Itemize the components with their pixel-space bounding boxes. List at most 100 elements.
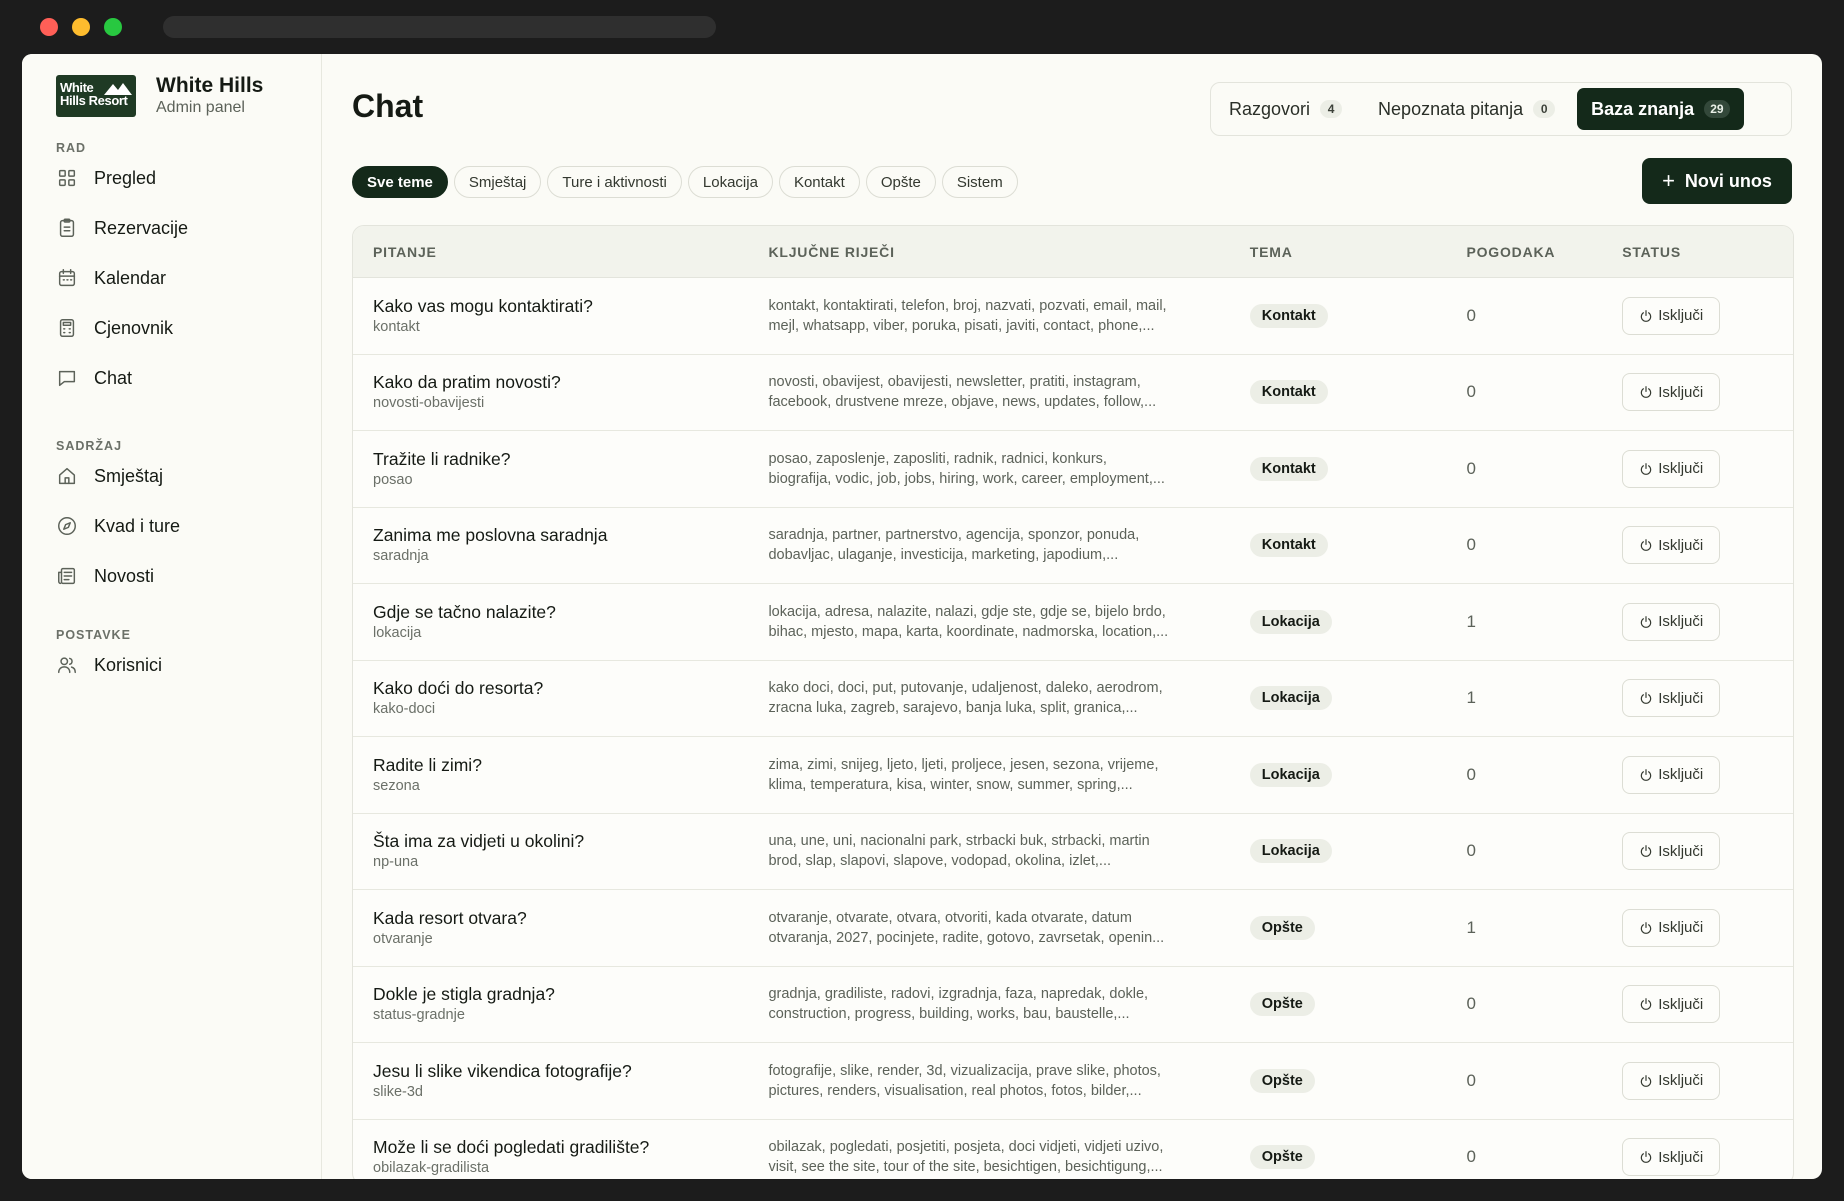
close-window-button[interactable]	[40, 18, 58, 36]
filter-kontakt[interactable]: Kontakt	[778, 166, 860, 198]
filter-sve-teme[interactable]: Sve teme	[352, 166, 448, 198]
table-row[interactable]: Kako doći do resorta? kako-doci kako doc…	[353, 661, 1793, 737]
maximize-window-button[interactable]	[104, 18, 122, 36]
sidebar-item-korisnici[interactable]: Korisnici	[56, 650, 162, 680]
filter-sistem[interactable]: Sistem	[941, 166, 1018, 198]
keywords-line1: otvaranje, otvarate, otvara, otvoriti, k…	[768, 909, 1132, 926]
disable-toggle-button[interactable]: Isključi	[1622, 296, 1721, 335]
table-row[interactable]: Kako vas mogu kontaktirati? kontakt kont…	[353, 278, 1793, 355]
address-bar[interactable]	[163, 16, 716, 38]
table-row[interactable]: Kada resort otvara? otvaranje otvaranje,…	[353, 890, 1793, 967]
sidebar-item-kalendar[interactable]: Kalendar	[56, 263, 166, 293]
table-row[interactable]: Kako da pratim novosti? novosti-obavijes…	[353, 355, 1793, 431]
filter-smjestaj[interactable]: Smještaj	[453, 166, 542, 198]
tab-nepoznata-pitanja[interactable]: Nepoznata pitanja 0	[1364, 88, 1569, 130]
column-header-pogodaka[interactable]: POGODAKA	[1466, 244, 1622, 260]
newspaper-icon	[56, 565, 78, 587]
nav-section-rad: RAD	[56, 141, 87, 155]
sidebar-item-cjenovnik[interactable]: Cjenovnik	[56, 313, 173, 343]
sidebar-item-label: Smještaj	[94, 465, 164, 486]
disable-toggle-button[interactable]: Isključi	[1622, 985, 1721, 1024]
disable-toggle-button[interactable]: Isključi	[1622, 755, 1721, 794]
filter-lokacija[interactable]: Lokacija	[687, 166, 773, 198]
hits-count: 0	[1466, 458, 1476, 478]
keywords-line2: visit, see the site, tour of the site, b…	[768, 1159, 1163, 1176]
disable-toggle-button[interactable]: Isključi	[1622, 832, 1721, 871]
disable-toggle-button[interactable]: Isključi	[1622, 1061, 1721, 1100]
hits-count: 0	[1466, 535, 1476, 555]
disable-toggle-button[interactable]: Isključi	[1622, 1138, 1721, 1177]
topic-badge: Kontakt	[1249, 533, 1328, 558]
keywords-line2: pictures, renders, visualisation, real p…	[768, 1082, 1142, 1099]
disable-toggle-button[interactable]: Isključi	[1622, 449, 1721, 488]
new-entry-button[interactable]: + Novi unos	[1642, 158, 1792, 204]
brand[interactable]: White Hills Resort White Hills Admin pan…	[56, 74, 263, 118]
question-text: Jesu li slike vikendica fotografije?	[373, 1060, 632, 1081]
topic-badge: Lokacija	[1249, 762, 1332, 787]
sidebar-item-kvad-i-ture[interactable]: Kvad i ture	[56, 511, 180, 541]
topic-badge: Kontakt	[1249, 456, 1328, 481]
question-slug: obilazak-gradilista	[373, 1160, 490, 1177]
question-slug: lokacija	[373, 624, 422, 641]
sidebar-item-rezervacije[interactable]: Rezervacije	[56, 213, 188, 243]
table-row[interactable]: Gdje se tačno nalazite? lokacija lokacij…	[353, 584, 1793, 661]
tab-razgovori[interactable]: Razgovori 4	[1215, 88, 1356, 130]
table-row[interactable]: Dokle je stigla gradnja? status-gradnje …	[353, 967, 1793, 1043]
keywords-line1: fotografije, slike, render, 3d, vizualiz…	[768, 1062, 1161, 1079]
disable-toggle-button[interactable]: Isključi	[1622, 526, 1721, 565]
disable-toggle-button[interactable]: Isključi	[1622, 908, 1721, 947]
question-slug: sezona	[373, 777, 420, 794]
disable-toggle-button[interactable]: Isključi	[1622, 373, 1721, 412]
table-row[interactable]: Može li se doći pogledati gradilište? ob…	[353, 1120, 1793, 1180]
table-row[interactable]: Radite li zimi? sezona zima, zimi, snije…	[353, 737, 1793, 814]
disable-toggle-button[interactable]: Isključi	[1622, 602, 1721, 641]
sidebar-item-label: Rezervacije	[94, 217, 189, 238]
question-slug: posao	[373, 471, 413, 488]
main-content: Chat Razgovori 4 Nepoznata pitanja 0 Baz…	[322, 54, 1822, 1179]
sidebar-item-novosti[interactable]: Novosti	[56, 561, 154, 591]
column-header-kljucne-rijeci[interactable]: KLJUČNE RIJEČI	[768, 244, 1249, 260]
minimize-window-button[interactable]	[72, 18, 90, 36]
question-text: Radite li zimi?	[373, 754, 482, 775]
power-icon	[1641, 386, 1652, 399]
topic-badge: Kontakt	[1249, 380, 1328, 405]
status-label: Isključi	[1658, 919, 1704, 937]
users-icon	[56, 654, 78, 676]
filter-opste[interactable]: Opšte	[865, 166, 936, 198]
filter-ture-i-aktivnosti[interactable]: Ture i aktivnosti	[547, 166, 682, 198]
sidebar: White Hills Resort White Hills Admin pan…	[22, 54, 322, 1179]
column-header-pitanje[interactable]: PITANJE	[353, 244, 768, 260]
count-badge: 29	[1704, 100, 1730, 118]
table-row[interactable]: Zanima me poslovna saradnja saradnja sar…	[353, 508, 1793, 584]
keywords-line2: brod, slap, slapovi, slapove, vodopad, o…	[768, 853, 1111, 870]
table-header: PITANJE KLJUČNE RIJEČI TEMA POGODAKA STA…	[353, 226, 1793, 278]
mountain-icon	[104, 83, 132, 95]
question-slug: status-gradnje	[373, 1007, 465, 1024]
new-entry-label: Novi unos	[1684, 170, 1772, 191]
column-header-tema[interactable]: TEMA	[1250, 244, 1467, 260]
tab-baza-znanja[interactable]: Baza znanja 29	[1577, 88, 1744, 130]
topic-badge: Opšte	[1249, 1068, 1315, 1093]
table-row[interactable]: Jesu li slike vikendica fotografije? sli…	[353, 1043, 1793, 1120]
disable-toggle-button[interactable]: Isključi	[1622, 679, 1721, 718]
question-slug: np-una	[373, 854, 419, 871]
hits-count: 0	[1466, 382, 1476, 402]
count-badge: 4	[1320, 100, 1343, 118]
tab-label: Razgovori	[1229, 98, 1311, 119]
sidebar-item-smjestaj[interactable]: Smještaj	[56, 461, 163, 491]
table-row[interactable]: Šta ima za vidjeti u okolini? np-una una…	[353, 814, 1793, 890]
calendar-icon	[56, 267, 78, 289]
status-label: Isključi	[1658, 995, 1704, 1013]
table-row[interactable]: Tražite li radnike? posao posao, zaposle…	[353, 431, 1793, 508]
sidebar-item-label: Kalendar	[94, 267, 167, 288]
power-icon	[1641, 998, 1652, 1011]
topic-badge: Lokacija	[1249, 609, 1332, 634]
power-icon	[1641, 768, 1652, 781]
status-label: Isključi	[1658, 689, 1704, 707]
column-header-status[interactable]: STATUS	[1622, 244, 1793, 260]
sidebar-item-chat[interactable]: Chat	[56, 363, 132, 393]
sidebar-item-pregled[interactable]: Pregled	[56, 163, 156, 193]
power-icon	[1641, 462, 1652, 475]
calculator-icon	[56, 317, 78, 339]
sidebar-item-label: Pregled	[94, 167, 157, 188]
